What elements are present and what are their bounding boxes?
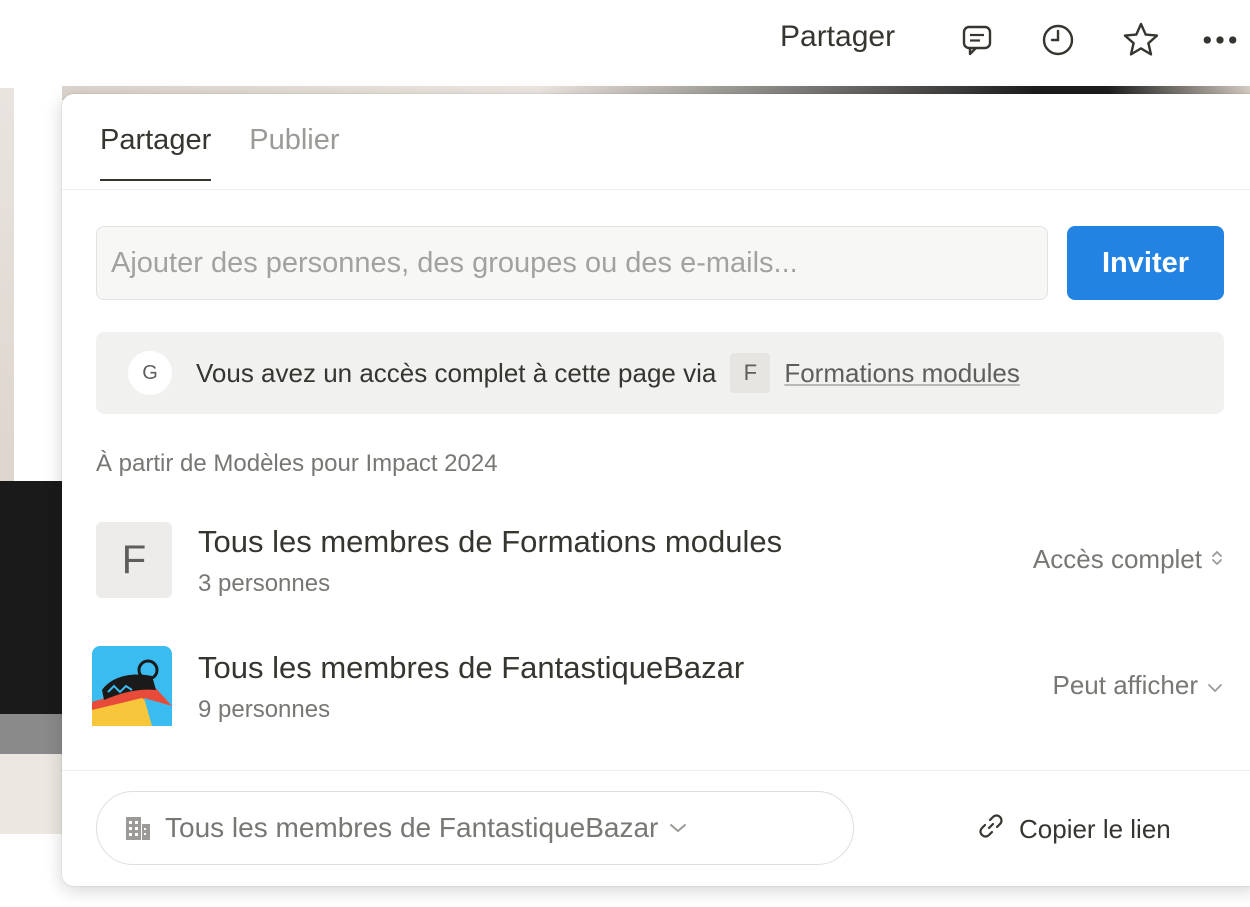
permission-select[interactable]: Accès complet bbox=[1033, 544, 1224, 575]
tab-share[interactable]: Partager bbox=[100, 124, 212, 181]
member-row: Tous les membres de FantastiqueBazar 9 p… bbox=[92, 646, 1224, 730]
access-banner: G Vous avez un accès complet à cette pag… bbox=[96, 332, 1224, 414]
share-button[interactable]: Partager bbox=[780, 20, 895, 54]
clock-icon[interactable] bbox=[1038, 20, 1078, 60]
building-icon bbox=[123, 813, 153, 843]
member-title: Tous les membres de FantastiqueBazar bbox=[198, 650, 745, 685]
fantastiquebazar-logo-icon bbox=[92, 646, 172, 726]
background-photo-keyboard bbox=[0, 714, 62, 754]
star-icon[interactable] bbox=[1121, 20, 1161, 60]
member-count: 3 personnes bbox=[198, 570, 331, 597]
copy-link-button[interactable]: Copier le lien bbox=[977, 812, 1171, 847]
tabs-divider bbox=[62, 189, 1250, 190]
link-icon bbox=[977, 812, 1005, 847]
access-banner-text: Vous avez un accès complet à cette page … bbox=[196, 357, 717, 388]
chevron-down-icon bbox=[1206, 670, 1224, 701]
workspace-avatar: F bbox=[96, 522, 172, 598]
footer-divider bbox=[62, 770, 1250, 771]
top-bar: Partager bbox=[0, 0, 1250, 84]
updown-chevron-icon bbox=[1210, 544, 1224, 575]
link-scope-select[interactable]: Tous les membres de FantastiqueBazar bbox=[96, 791, 854, 865]
permission-label: Peut afficher bbox=[1052, 670, 1198, 700]
member-count: 9 personnes bbox=[198, 696, 331, 723]
share-tabs: Partager Publier bbox=[100, 124, 340, 181]
invite-input[interactable] bbox=[96, 226, 1048, 300]
tab-publish[interactable]: Publier bbox=[249, 124, 339, 181]
member-title: Tous les membres de Formations modules bbox=[198, 524, 783, 559]
member-row: F Tous les membres de Formations modules… bbox=[96, 520, 1224, 604]
copy-link-label: Copier le lien bbox=[1019, 814, 1171, 844]
comment-icon[interactable] bbox=[957, 20, 997, 60]
more-icon[interactable] bbox=[1200, 20, 1240, 60]
chevron-down-icon bbox=[668, 822, 688, 834]
background-photo bbox=[0, 88, 14, 528]
workspace-avatar: F bbox=[730, 353, 771, 393]
user-avatar: G bbox=[128, 351, 172, 395]
workspace-link[interactable]: Formations modules bbox=[784, 358, 1020, 389]
share-popup: Partager Publier Inviter G Vous avez un … bbox=[62, 94, 1250, 886]
permission-select[interactable]: Peut afficher bbox=[1052, 670, 1224, 701]
link-scope-label: Tous les membres de FantastiqueBazar bbox=[165, 812, 659, 843]
invite-button[interactable]: Inviter bbox=[1067, 226, 1224, 300]
section-label: À partir de Modèles pour Impact 2024 bbox=[96, 450, 498, 477]
permission-label: Accès complet bbox=[1032, 544, 1202, 574]
background-photo-desk bbox=[0, 754, 62, 834]
